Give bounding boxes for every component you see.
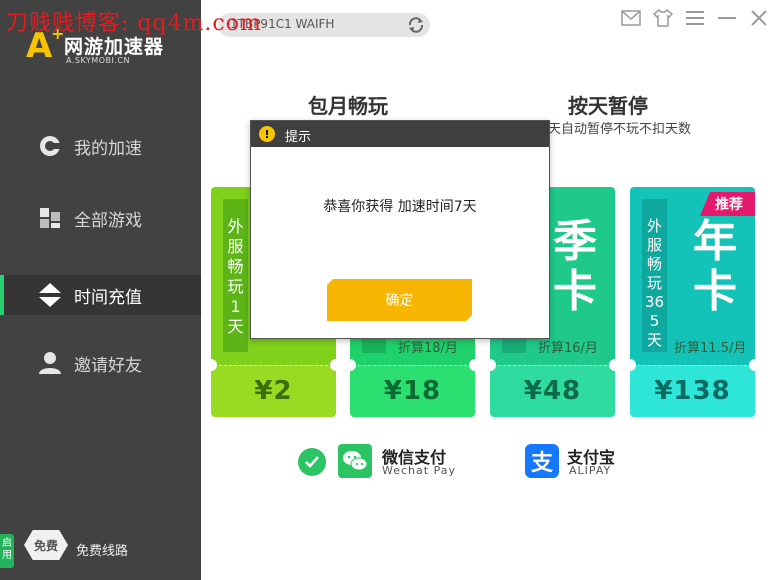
card-vertical-label: 外服畅玩365天	[642, 199, 667, 352]
card-price: ¥2	[211, 365, 336, 417]
refresh-icon[interactable]	[406, 15, 426, 35]
card-bar-stub	[502, 337, 526, 353]
card-big-text: 季卡	[553, 216, 597, 317]
card-notch	[469, 359, 475, 371]
alipay-glyph: 支	[530, 451, 553, 476]
card-big-label: 年卡	[685, 217, 745, 317]
plan-title-daily: 按天暂停	[568, 94, 648, 118]
sidebar-item-label: 我的加速	[74, 138, 142, 159]
card-notch	[749, 359, 755, 371]
sidebar-item-invite-friends[interactable]: 邀请好友	[0, 343, 201, 383]
card-vertical-text: 外服畅玩1天	[227, 217, 244, 336]
plan-subtitle-daily: 天自动暂停不玩不扣天数	[548, 122, 692, 137]
card-divider	[358, 365, 467, 366]
sidebar-item-all-games[interactable]: 全部游戏	[0, 198, 201, 238]
card-discount: 折算16/月	[538, 341, 598, 356]
plan-card-yearly[interactable]: 外服畅玩365天 年卡 推荐 折算11.5/月 ¥138	[630, 187, 755, 417]
card-vertical-label: 外服畅玩1天	[223, 199, 248, 352]
card-divider	[638, 365, 747, 366]
close-icon[interactable]	[749, 8, 769, 28]
updown-arrows-icon	[37, 282, 63, 308]
minimize-icon[interactable]	[717, 8, 737, 28]
card-divider	[498, 365, 607, 366]
plan-title-monthly: 包月畅玩	[308, 94, 388, 118]
check-icon[interactable]	[298, 448, 326, 476]
sidebar-item-my-speed[interactable]: 我的加速	[0, 126, 201, 166]
sidebar-item-label: 时间充值	[74, 287, 142, 308]
card-bar-stub	[362, 337, 386, 353]
sidebar-item-time-recharge[interactable]: 时间充值	[0, 275, 201, 315]
prompt-dialog: ! 提示 恭喜你获得 加速时间7天 确定	[250, 120, 550, 339]
card-big-label: 季卡	[545, 217, 605, 317]
user-icon	[37, 350, 63, 376]
sidebar: A + 网游加速器 A.SKYMOBI.CN 我的加速 全部游戏 时间充值 邀请…	[0, 0, 201, 580]
card-notch	[330, 359, 336, 371]
card-vertical-text: 外服畅玩365天	[644, 217, 665, 349]
dialog-header: ! 提示	[251, 121, 549, 147]
free-line-row[interactable]: 启用 免费 免费线路	[0, 528, 201, 568]
grid-icon	[37, 205, 63, 231]
speed-gauge-icon	[37, 133, 63, 159]
card-big-text: 年卡	[693, 216, 737, 317]
window-controls	[621, 8, 769, 28]
card-price: ¥48	[490, 365, 615, 417]
card-discount: 折算18/月	[398, 341, 458, 356]
wechat-icon[interactable]	[338, 444, 372, 478]
warning-icon: !	[259, 126, 275, 142]
card-divider	[219, 365, 328, 366]
menu-icon[interactable]	[685, 8, 705, 28]
enable-tag[interactable]: 启用	[0, 534, 14, 568]
card-price: ¥18	[350, 365, 475, 417]
card-discount: 折算11.5/月	[674, 341, 747, 356]
dialog-message: 恭喜你获得 加速时间7天	[323, 199, 477, 215]
confirm-button[interactable]: 确定	[327, 279, 472, 321]
dialog-title: 提示	[285, 130, 312, 145]
free-badge: 免费	[24, 530, 68, 560]
logo-url: A.SKYMOBI.CN	[66, 56, 130, 65]
mail-icon[interactable]	[621, 8, 641, 28]
sidebar-item-label: 邀请好友	[74, 355, 142, 376]
watermark-text: 刀贱贱博客: qq4m.com	[6, 11, 262, 36]
alipay-icon[interactable]: 支	[525, 444, 559, 478]
alipay-en: ALIPAY	[569, 464, 612, 477]
free-line-label: 免费线路	[76, 544, 129, 559]
sidebar-item-label: 全部游戏	[74, 210, 142, 231]
skin-shirt-icon[interactable]	[653, 8, 673, 28]
wechat-pay-en: Wechat Pay	[382, 464, 456, 477]
card-price: ¥138	[630, 365, 755, 417]
card-notch	[609, 359, 615, 371]
